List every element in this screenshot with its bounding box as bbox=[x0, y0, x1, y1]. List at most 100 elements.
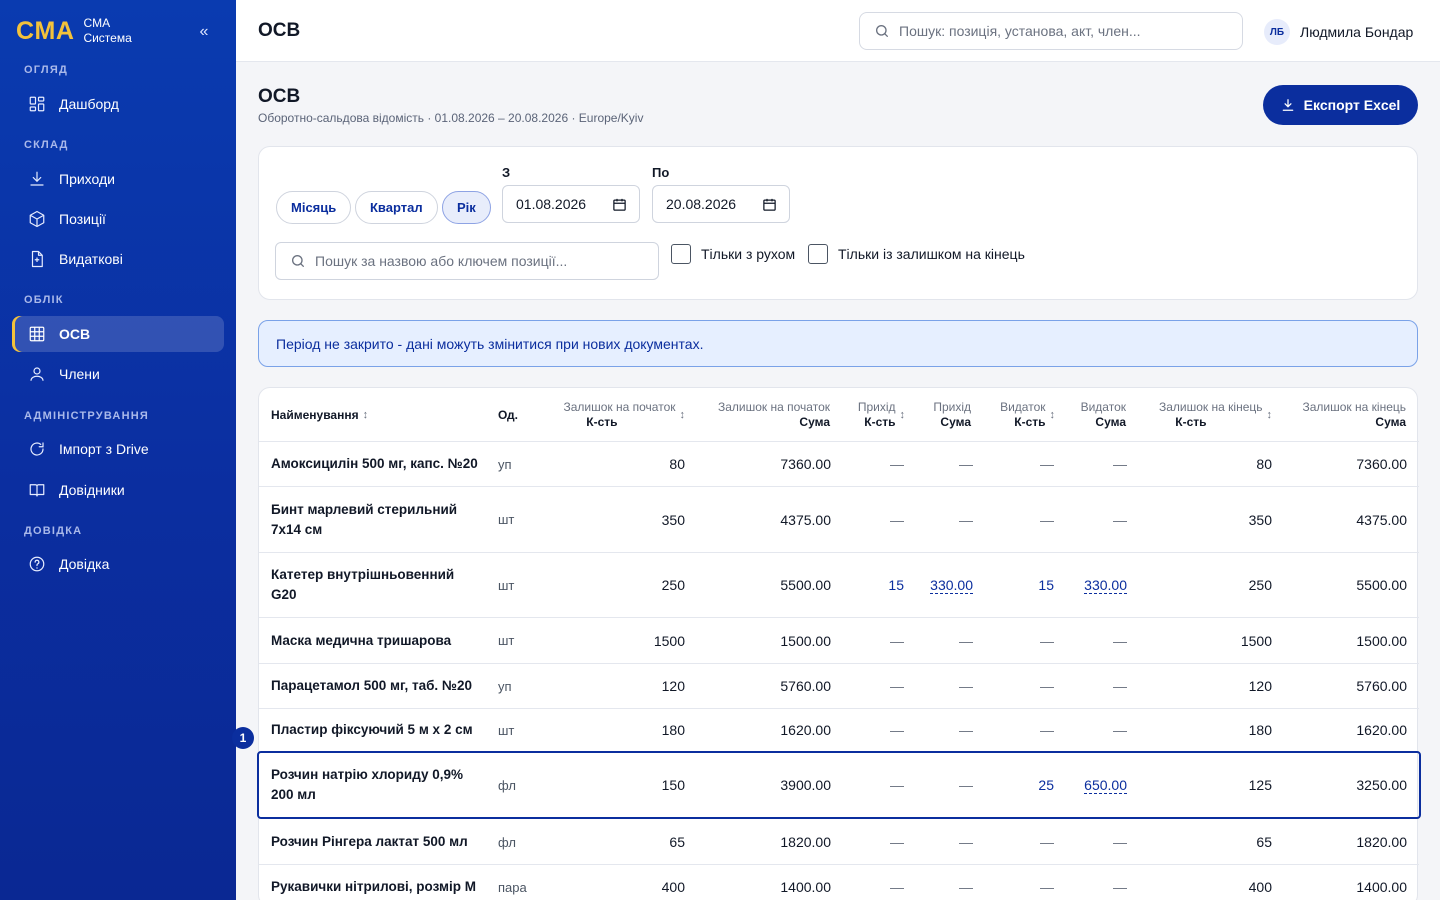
sidebar-item-members[interactable]: Члени bbox=[12, 356, 224, 392]
movement-qty-link[interactable]: 25 bbox=[1038, 777, 1054, 793]
table-row[interactable]: Катетер внутрішньовенний G20 шт 250 5500.00… bbox=[259, 553, 1419, 618]
sidebar-collapse-button[interactable]: « bbox=[194, 22, 214, 42]
column-header-in-qty[interactable]: Прихід К-сть ↕ bbox=[839, 388, 905, 442]
cell-out-sum: 330.00 bbox=[1084, 553, 1127, 617]
column-header-label: К-сть bbox=[586, 415, 618, 429]
sidebar-item-directories[interactable]: Довідники bbox=[12, 472, 224, 508]
empty-value: — bbox=[890, 777, 904, 793]
cell-open-qty: 80 bbox=[669, 442, 685, 486]
cell-value: 7360.00 bbox=[1356, 456, 1407, 472]
empty-value: — bbox=[890, 834, 904, 850]
empty-value: — bbox=[1113, 834, 1127, 850]
movement-sum-link[interactable]: 330.00 bbox=[1084, 577, 1127, 594]
column-header-out-qty[interactable]: Видаток К-сть ↕ bbox=[983, 388, 1055, 442]
sidebar-item-issues[interactable]: Видаткові bbox=[12, 241, 224, 277]
movement-sum-link[interactable]: 330.00 bbox=[930, 577, 973, 594]
brand-logo: CMA bbox=[16, 16, 75, 45]
cell-value: 80 bbox=[1256, 456, 1272, 472]
cell-close-qty: 1500 bbox=[1241, 618, 1272, 663]
sort-icon: ↕ bbox=[899, 409, 906, 421]
only-movement-checkbox[interactable]: Тільки з рухом bbox=[671, 244, 795, 264]
cell-unit: фл bbox=[498, 834, 516, 850]
sidebar-item-dashboard[interactable]: Дашборд bbox=[12, 86, 224, 122]
checkbox-box[interactable] bbox=[671, 244, 691, 264]
table-row[interactable]: Рукавички нітрилові, розмір M пара 400 1400… bbox=[259, 865, 1419, 900]
column-header-group: Видаток bbox=[1000, 400, 1046, 414]
filter-panel: Місяць Квартал Рік З 01.08.2026 По 20.08… bbox=[258, 146, 1418, 300]
date-from-input[interactable]: 01.08.2026 bbox=[502, 185, 640, 223]
cell-close-sum: 1820.00 bbox=[1356, 820, 1407, 864]
checkbox-box[interactable] bbox=[808, 244, 828, 264]
sidebar-item-receipts[interactable]: Приходи bbox=[12, 161, 224, 197]
column-header-close-qty[interactable]: Залишок на кінець К-сть ↕ bbox=[1139, 388, 1272, 442]
cell-open-sum: 5500.00 bbox=[780, 553, 831, 617]
cell-value: 125 bbox=[1248, 777, 1272, 793]
global-search-input[interactable] bbox=[899, 23, 1229, 39]
table-row[interactable]: Маска медична тришарова шт 1500 1500.00 — — — —… bbox=[259, 618, 1419, 664]
column-header-group: Залишок на початок bbox=[717, 400, 830, 414]
cell-open-qty: 350 bbox=[662, 487, 685, 552]
table-row[interactable]: Розчин Рінгера лактат 500 мл фл 65 1820.00 —… bbox=[259, 820, 1419, 865]
empty-value: — bbox=[959, 678, 973, 694]
cell-open-qty: 120 bbox=[662, 664, 685, 708]
table-row[interactable]: Бинт марлевий стерильний 7х14 см шт 350 437… bbox=[259, 487, 1419, 553]
cell-in-qty: — bbox=[890, 487, 904, 552]
period-quarter-button[interactable]: Квартал bbox=[355, 191, 438, 224]
item-search[interactable] bbox=[275, 242, 659, 280]
movement-qty-link[interactable]: 15 bbox=[1038, 577, 1054, 593]
empty-value: — bbox=[959, 511, 973, 528]
cell-value: 80 bbox=[669, 456, 685, 472]
download-icon bbox=[30, 171, 44, 186]
cell-unit: пара bbox=[498, 879, 527, 895]
column-header-name[interactable]: Найменування ↕ bbox=[271, 388, 368, 442]
empty-value: — bbox=[959, 777, 973, 793]
cell-value: 7360.00 bbox=[780, 456, 831, 472]
column-header-open-qty[interactable]: Залишок на початок К-сть ↕ bbox=[539, 388, 685, 442]
only-balance-checkbox[interactable]: Тільки із залишком на кінець bbox=[808, 244, 1025, 264]
cell-in-qty: — bbox=[890, 865, 904, 900]
search-icon bbox=[876, 25, 888, 37]
date-to-input[interactable]: 20.08.2026 bbox=[652, 185, 790, 223]
user-icon bbox=[30, 367, 44, 381]
table-row[interactable]: Розчин натрію хлориду 0,9% 200 мл фл 150 39… bbox=[257, 751, 1421, 819]
period-month-button[interactable]: Місяць bbox=[276, 191, 352, 224]
cell-in-qty: — bbox=[890, 709, 904, 751]
column-header-label: Найменування bbox=[271, 408, 359, 422]
help-icon bbox=[29, 556, 45, 572]
sidebar-item-positions[interactable]: Позиції bbox=[12, 201, 224, 237]
user-menu[interactable]: ЛБ Людмила Бондар bbox=[1264, 19, 1413, 45]
table-row[interactable]: Амоксицилін 500 мг, капс. №20 уп 80 7360.00… bbox=[259, 442, 1419, 487]
cell-unit: шт bbox=[498, 512, 515, 527]
empty-value: — bbox=[1040, 678, 1054, 694]
empty-value: — bbox=[890, 678, 904, 694]
period-open-notice: Період не закрито - дані можуть змінитис… bbox=[258, 320, 1418, 367]
cell-out-qty: — bbox=[1040, 865, 1054, 900]
sync-icon bbox=[30, 442, 44, 456]
sidebar-item-import-drive[interactable]: Імпорт з Drive bbox=[12, 431, 224, 467]
sidebar-item-label: ОСВ bbox=[59, 326, 91, 342]
period-year-button[interactable]: Рік bbox=[442, 191, 491, 224]
brand[interactable]: CMA CMA Система bbox=[16, 16, 132, 46]
cell-out-sum: — bbox=[1113, 820, 1127, 864]
cell-close-sum: 1620.00 bbox=[1356, 709, 1407, 751]
sidebar-item-label: Імпорт з Drive bbox=[59, 441, 149, 457]
table-row[interactable]: Парацетамол 500 мг, таб. №20 уп 120 5760.00… bbox=[259, 664, 1419, 709]
cell-value: 400 bbox=[1248, 879, 1272, 895]
date-from-label: З bbox=[502, 165, 511, 180]
table-row[interactable]: Пластир фіксуючий 5 м х 2 см шт 180 1620.00… bbox=[259, 709, 1419, 752]
cell-open-qty: 150 bbox=[662, 753, 685, 817]
item-search-input[interactable] bbox=[315, 253, 645, 269]
sort-icon: ↕ bbox=[362, 409, 369, 421]
user-name: Людмила Бондар bbox=[1300, 24, 1414, 40]
cell-out-qty: — bbox=[1040, 709, 1054, 751]
date-from-value: 01.08.2026 bbox=[516, 196, 587, 212]
cell-open-sum: 7360.00 bbox=[780, 442, 831, 486]
movement-qty-link[interactable]: 15 bbox=[888, 577, 904, 593]
cell-value: 4375.00 bbox=[780, 511, 831, 528]
global-search[interactable] bbox=[859, 12, 1243, 50]
cell-out-sum: — bbox=[1113, 709, 1127, 751]
sidebar-item-help[interactable]: Довідка bbox=[12, 546, 224, 582]
movement-sum-link[interactable]: 650.00 bbox=[1084, 777, 1127, 794]
sidebar-item-osv[interactable]: ОСВ bbox=[12, 316, 224, 352]
export-excel-button[interactable]: Експорт Excel bbox=[1263, 85, 1418, 125]
